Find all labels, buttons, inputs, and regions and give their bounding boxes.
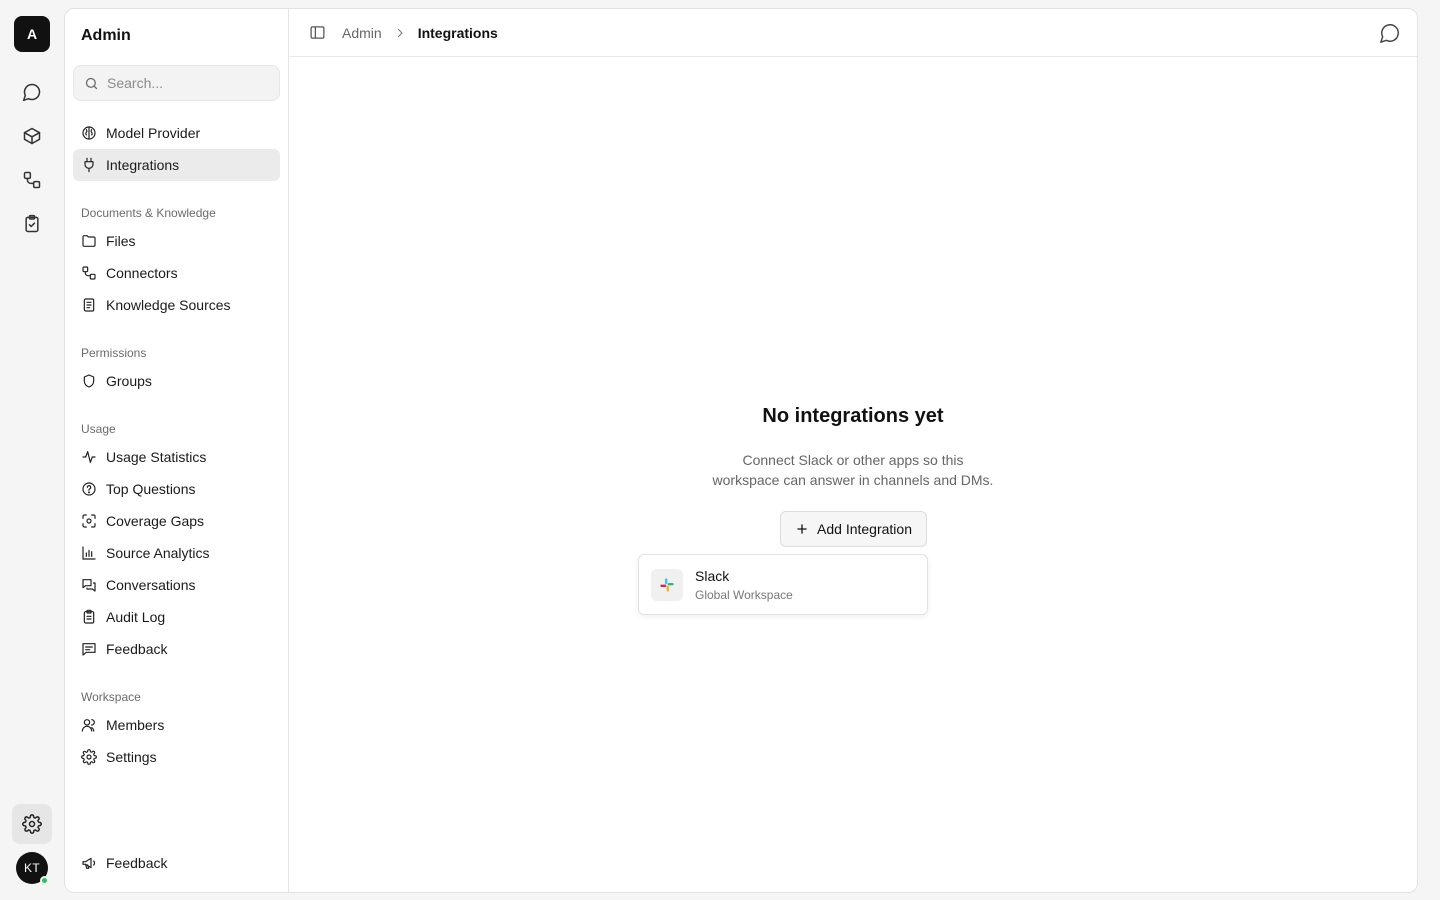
sidebar-item-label: Knowledge Sources bbox=[106, 297, 231, 313]
sidebar-item-label: Connectors bbox=[106, 265, 178, 281]
empty-state-desc-line: Connect Slack or other apps so this bbox=[742, 452, 964, 468]
scan-icon bbox=[82, 514, 96, 528]
question-icon bbox=[82, 482, 96, 496]
sidebar-toggle-icon[interactable] bbox=[309, 24, 326, 41]
folder-icon bbox=[82, 235, 96, 247]
sidebar-item-label: Feedback bbox=[106, 641, 168, 657]
connectors-icon bbox=[82, 266, 96, 280]
bar-chart-icon bbox=[82, 546, 96, 560]
shield-icon bbox=[83, 374, 95, 388]
chat-bubble-icon[interactable] bbox=[1379, 22, 1401, 44]
integration-name: Slack bbox=[695, 567, 730, 584]
section-title-documents: Documents & Knowledge bbox=[81, 206, 216, 220]
sidebar-item-label: Model Provider bbox=[106, 125, 201, 141]
sidebar-item-model-provider[interactable]: Model Provider bbox=[73, 117, 280, 149]
add-integration-label: Add Integration bbox=[817, 521, 912, 537]
sidebar-item-settings[interactable]: Settings bbox=[73, 741, 280, 773]
content-area: Admin Integrations No integrations yet C… bbox=[289, 9, 1417, 892]
search-icon bbox=[85, 77, 98, 89]
sidebar-title: Admin bbox=[81, 27, 131, 44]
sidebar-item-label: Integrations bbox=[106, 157, 180, 173]
settings-gear-icon[interactable] bbox=[12, 804, 52, 844]
message-square-icon bbox=[82, 643, 96, 656]
user-avatar[interactable]: KT bbox=[16, 852, 49, 885]
breadcrumb: Admin Integrations bbox=[342, 25, 498, 41]
book-icon bbox=[83, 298, 95, 312]
search-input[interactable] bbox=[107, 75, 267, 91]
avatar-initials: KT bbox=[24, 861, 40, 875]
sidebar-item-label: Source Analytics bbox=[106, 545, 210, 561]
plug-icon bbox=[84, 157, 94, 173]
admin-sidebar: Admin Model Provider Integrations Docume… bbox=[65, 9, 289, 892]
plus-icon bbox=[797, 524, 807, 534]
empty-state: No integrations yet Connect Slack or oth… bbox=[289, 405, 1417, 490]
sidebar-footer-feedback[interactable]: Feedback bbox=[73, 847, 280, 879]
sidebar-item-label: Conversations bbox=[106, 577, 196, 593]
main-panel: Admin Model Provider Integrations Docume… bbox=[64, 8, 1418, 893]
breadcrumb-integrations: Integrations bbox=[417, 24, 498, 41]
section-title-usage: Usage bbox=[81, 422, 116, 436]
sidebar-item-label: Audit Log bbox=[106, 609, 166, 625]
activity-icon bbox=[82, 451, 96, 463]
sidebar-item-label: Usage Statistics bbox=[106, 449, 207, 465]
sidebar-item-top-questions[interactable]: Top Questions bbox=[73, 473, 280, 505]
brain-icon bbox=[82, 126, 96, 140]
sidebar-item-audit-log[interactable]: Audit Log bbox=[73, 601, 280, 633]
breadcrumb-admin[interactable]: Admin bbox=[342, 25, 382, 41]
sidebar-item-label: Members bbox=[106, 717, 165, 733]
sidebar-item-label: Settings bbox=[106, 749, 157, 765]
sidebar-item-integrations[interactable]: Integrations bbox=[73, 149, 280, 181]
sidebar-item-knowledge-sources[interactable]: Knowledge Sources bbox=[73, 289, 280, 321]
sidebar-item-label: Groups bbox=[106, 373, 152, 389]
sidebar-item-label: Files bbox=[106, 233, 136, 249]
sidebar-item-source-analytics[interactable]: Source Analytics bbox=[73, 537, 280, 569]
sidebar-item-coverage-gaps[interactable]: Coverage Gaps bbox=[73, 505, 280, 537]
megaphone-icon bbox=[82, 857, 96, 869]
sidebar-item-connectors[interactable]: Connectors bbox=[73, 257, 280, 289]
gear-icon bbox=[81, 749, 97, 765]
sidebar-item-conversations[interactable]: Conversations bbox=[73, 569, 280, 601]
add-integration-button[interactable]: Add Integration bbox=[780, 511, 927, 547]
sidebar-item-label: Coverage Gaps bbox=[106, 513, 205, 529]
chevron-right-icon bbox=[394, 27, 406, 39]
online-status-indicator bbox=[40, 876, 49, 885]
messages-icon bbox=[82, 579, 96, 592]
sidebar-item-files[interactable]: Files bbox=[73, 225, 280, 257]
top-bar: Admin Integrations bbox=[289, 9, 1417, 57]
clipboard-check-icon[interactable] bbox=[12, 204, 52, 244]
box-icon[interactable] bbox=[12, 116, 52, 156]
clipboard-icon bbox=[83, 609, 95, 624]
sidebar-item-label: Feedback bbox=[106, 855, 168, 871]
section-title-permissions: Permissions bbox=[81, 346, 147, 360]
workflow-icon[interactable] bbox=[12, 160, 52, 200]
workspace-logo[interactable]: A bbox=[14, 16, 50, 52]
sidebar-item-feedback[interactable]: Feedback bbox=[73, 633, 280, 665]
icon-rail: A KT bbox=[0, 0, 64, 900]
sidebar-item-label: Top Questions bbox=[106, 481, 196, 497]
section-title-workspace: Workspace bbox=[81, 690, 141, 704]
sidebar-item-members[interactable]: Members bbox=[73, 709, 280, 741]
empty-state-description: Connect Slack or other apps so this work… bbox=[703, 450, 1003, 490]
dropdown-item-slack[interactable]: Slack Global Workspace bbox=[695, 568, 793, 602]
users-icon bbox=[81, 719, 95, 732]
chat-icon[interactable] bbox=[12, 72, 52, 112]
integration-dropdown: Slack Global Workspace bbox=[638, 554, 928, 615]
sidebar-item-usage-statistics[interactable]: Usage Statistics bbox=[73, 441, 280, 473]
empty-state-desc-line: workspace can answer in channels and DMs… bbox=[712, 472, 994, 488]
integration-subtitle: Global Workspace bbox=[695, 587, 793, 602]
sidebar-item-groups[interactable]: Groups bbox=[73, 365, 280, 397]
empty-state-title: No integrations yet bbox=[762, 405, 944, 427]
sidebar-search[interactable] bbox=[73, 65, 280, 101]
slack-logo-icon bbox=[651, 568, 683, 601]
